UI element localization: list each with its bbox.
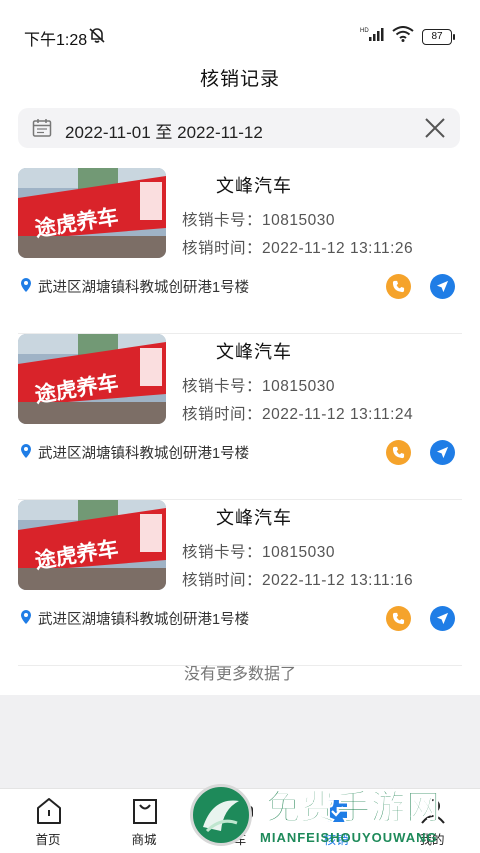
list-end-text: 没有更多数据了 bbox=[183, 666, 296, 683]
navigate-button[interactable] bbox=[430, 606, 455, 631]
tab-home[interactable]: 首页 bbox=[0, 789, 96, 853]
call-button[interactable] bbox=[386, 440, 411, 465]
tab-label: 商城 bbox=[131, 833, 157, 847]
shop-name: 文峰汽车 bbox=[216, 508, 292, 528]
verify-time: 核销时间：2022-11-12 13:11:24 bbox=[182, 406, 414, 423]
navigation-arrow-icon bbox=[436, 612, 449, 625]
shop-image: 途虎养车 bbox=[18, 500, 166, 590]
navigate-button[interactable] bbox=[430, 440, 455, 465]
shop-name: 文峰汽车 bbox=[216, 342, 292, 362]
calendar-icon bbox=[32, 118, 52, 143]
main-content: 2022-11-01 至 2022-11-12 途虎养车 文峰汽车 核销卡号：1… bbox=[0, 100, 480, 695]
location-pin-icon bbox=[20, 278, 32, 297]
card-number: 核销卡号：10815030 bbox=[182, 212, 335, 229]
verify-time: 核销时间：2022-11-12 13:11:26 bbox=[182, 240, 414, 257]
shop-address: 武进区湖塘镇科教城创研港1号楼 bbox=[38, 446, 250, 462]
home-icon bbox=[36, 797, 62, 830]
watermark-logo-icon bbox=[190, 784, 252, 846]
watermark-title: 免费手游网 bbox=[266, 789, 441, 828]
battery-indicator: 87 bbox=[422, 28, 455, 45]
tab-shop[interactable]: 商城 bbox=[96, 789, 192, 853]
network-label: HD bbox=[360, 28, 369, 34]
navigation-arrow-icon bbox=[436, 446, 449, 459]
record-item[interactable]: 途虎养车 文峰汽车 核销卡号：10815030 核销时间：2022-11-12 … bbox=[0, 500, 480, 666]
shop-image: 途虎养车 bbox=[18, 334, 166, 424]
call-button[interactable] bbox=[386, 606, 411, 631]
watermark: 免费手游网 MIANFEISHOUYOUWANG bbox=[184, 778, 480, 853]
card-number: 核销卡号：10815030 bbox=[182, 378, 335, 395]
status-time: 下午1:28 bbox=[24, 32, 88, 49]
watermark-subtitle: MIANFEISHOUYOUWANG bbox=[260, 830, 438, 845]
status-bar: 下午1:28 HD 87 bbox=[0, 0, 480, 60]
call-button[interactable] bbox=[386, 274, 411, 299]
date-range-filter[interactable]: 2022-11-01 至 2022-11-12 bbox=[18, 108, 460, 148]
signal-icon: HD bbox=[360, 26, 384, 47]
shop-name: 文峰汽车 bbox=[216, 176, 292, 196]
navigate-button[interactable] bbox=[430, 274, 455, 299]
header: 核销记录 bbox=[0, 60, 480, 100]
phone-icon bbox=[392, 612, 405, 625]
wifi-icon bbox=[392, 26, 414, 47]
page-title: 核销记录 bbox=[199, 69, 280, 90]
record-item[interactable]: 途虎养车 文峰汽车 核销卡号：10815030 核销时间：2022-11-12 … bbox=[0, 168, 480, 334]
location-pin-icon bbox=[20, 610, 32, 629]
card-number: 核销卡号：10815030 bbox=[182, 544, 335, 561]
location-pin-icon bbox=[20, 444, 32, 463]
verify-time: 核销时间：2022-11-12 13:11:16 bbox=[182, 572, 414, 589]
clear-icon[interactable] bbox=[424, 117, 446, 144]
date-range-text: 2022-11-01 至 2022-11-12 bbox=[65, 123, 263, 142]
record-item[interactable]: 途虎养车 文峰汽车 核销卡号：10815030 核销时间：2022-11-12 … bbox=[0, 334, 480, 500]
shop-bag-icon bbox=[132, 797, 158, 830]
navigation-arrow-icon bbox=[436, 280, 449, 293]
shop-image: 途虎养车 bbox=[18, 168, 166, 258]
tab-label: 首页 bbox=[35, 833, 61, 847]
phone-icon bbox=[392, 446, 405, 459]
shop-address: 武进区湖塘镇科教城创研港1号楼 bbox=[38, 612, 250, 628]
shop-address: 武进区湖塘镇科教城创研港1号楼 bbox=[38, 280, 250, 296]
notification-mute-icon bbox=[88, 26, 106, 49]
phone-icon bbox=[392, 280, 405, 293]
